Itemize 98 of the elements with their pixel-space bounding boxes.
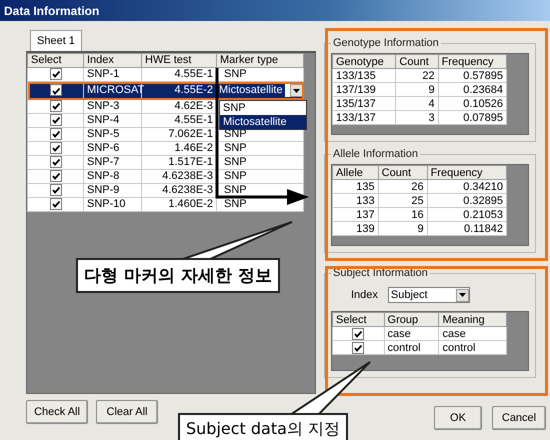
table-cell: 1.46E-2 xyxy=(142,142,216,156)
action-button[interactable]: Cancel xyxy=(492,406,546,430)
callout: 다형 마커의 자세한 정보 xyxy=(76,258,280,293)
column-header[interactable]: Frequency xyxy=(427,166,506,180)
checkbox[interactable] xyxy=(50,68,62,80)
table-cell: 0.32895 xyxy=(427,194,506,208)
column-header[interactable]: Count xyxy=(396,54,438,68)
table-cell: case xyxy=(438,326,506,340)
table-cell: 0.10526 xyxy=(438,96,506,110)
checkbox[interactable] xyxy=(50,142,62,154)
table-cell: 135 xyxy=(332,180,378,194)
table-cell: SNP-6 xyxy=(84,142,142,156)
table-cell: 135/137 xyxy=(332,96,396,110)
column-header[interactable]: Index xyxy=(84,54,142,68)
column-header[interactable]: Select xyxy=(28,54,84,68)
tab[interactable]: Sheet 1 xyxy=(30,30,82,51)
table-cell: 25 xyxy=(378,194,428,208)
table-cell: SNP xyxy=(216,68,304,82)
table-cell: 0.23684 xyxy=(438,82,506,96)
table-cell: 3 xyxy=(396,110,438,124)
checkbox[interactable] xyxy=(50,156,62,168)
table-cell: SNP-4 xyxy=(84,114,142,128)
caret-icon xyxy=(293,88,300,92)
checkbox[interactable] xyxy=(50,198,62,210)
table-cell: 0.57895 xyxy=(438,68,506,82)
table-cell: 26 xyxy=(378,180,428,194)
column-header[interactable]: Select xyxy=(332,312,384,326)
table-row[interactable]: SNP-1 4.55E-1 SNP xyxy=(28,68,304,82)
table-cell: 133/137 xyxy=(332,110,396,124)
column-header[interactable]: Allele xyxy=(332,166,378,180)
table-cell: 7.062E-1 xyxy=(142,128,216,142)
table-cell: case xyxy=(384,326,439,340)
column-header[interactable]: Genotype xyxy=(332,54,396,68)
callout: Subject data의 지정 xyxy=(178,413,348,440)
window-title: Data Information xyxy=(4,4,100,18)
dropdown-option[interactable]: Mictosatellite xyxy=(220,115,306,129)
table-cell: SNP-5 xyxy=(84,128,142,142)
checkbox[interactable] xyxy=(352,342,364,354)
table-cell: SNP xyxy=(216,156,304,170)
action-button[interactable]: Check All xyxy=(26,400,88,424)
table-cell: 133/135 xyxy=(332,68,396,82)
table-cell: 0.11842 xyxy=(427,222,506,236)
table-cell: 4.55E-1 xyxy=(142,68,216,82)
caret-icon xyxy=(458,293,466,297)
table-cell: 137/139 xyxy=(332,82,396,96)
table-row[interactable]: SNP-8 4.6238E-3 SNP xyxy=(28,170,304,184)
table-cell: 4.55E-2 xyxy=(142,82,216,100)
table-cell: 133 xyxy=(332,194,378,208)
table-cell: 4.55E-1 xyxy=(142,114,216,128)
checkbox[interactable] xyxy=(50,128,62,140)
table-cell: 4.62E-3 xyxy=(142,100,216,114)
table-cell: control xyxy=(384,340,439,354)
table-cell: 137 xyxy=(332,208,378,222)
table-cell: 22 xyxy=(396,68,438,82)
checkbox[interactable] xyxy=(50,114,62,126)
table-cell: 139 xyxy=(332,222,378,236)
table-cell: 4 xyxy=(396,96,438,110)
table-row[interactable]: SNP-7 1.517E-1 SNP xyxy=(28,156,304,170)
table-cell: 4.6238E-3 xyxy=(142,170,216,184)
dropdown-option[interactable]: SNP xyxy=(220,101,306,115)
group-title: Genotype Information xyxy=(332,37,440,49)
column-header[interactable]: HWE test xyxy=(142,54,216,68)
action-button[interactable]: Clear All xyxy=(96,400,158,424)
field-label: Index xyxy=(351,289,378,301)
column-header[interactable]: Marker type xyxy=(216,54,304,68)
table-cell: SNP-10 xyxy=(84,198,142,212)
column-header[interactable]: Count xyxy=(378,166,428,180)
checkbox[interactable] xyxy=(50,84,62,96)
table-cell: SNP-7 xyxy=(84,156,142,170)
checkbox[interactable] xyxy=(50,100,62,112)
group-title: Allele Information xyxy=(332,148,419,160)
column-header[interactable]: Group xyxy=(384,312,439,326)
table-cell: 0.21053 xyxy=(427,208,506,222)
action-button[interactable]: OK xyxy=(434,406,482,430)
table-cell: 16 xyxy=(378,208,428,222)
column-header[interactable]: Meaning xyxy=(438,312,506,326)
table-cell: 9 xyxy=(378,222,428,236)
table-row[interactable]: SNP-6 1.46E-2 SNP xyxy=(28,142,304,156)
column-header[interactable]: Frequency xyxy=(438,54,506,68)
table-cell: SNP-8 xyxy=(84,170,142,184)
table-cell: 1.460E-2 xyxy=(142,198,216,212)
table-cell: 1.517E-1 xyxy=(142,156,216,170)
table-cell: SNP-3 xyxy=(84,100,142,114)
table-cell: 0.07895 xyxy=(438,110,506,124)
table-cell: SNP-1 xyxy=(84,68,142,82)
table-cell: SNP xyxy=(216,170,304,184)
group-title: Subject Information xyxy=(332,267,429,279)
table-cell: SNP xyxy=(216,142,304,156)
marker-type-dropdown[interactable]: Mictosatellite xyxy=(217,84,303,97)
index-dropdown[interactable]: Subject xyxy=(388,287,470,303)
table-cell: 4.6238E-3 xyxy=(142,184,216,198)
table-cell: 9 xyxy=(396,82,438,96)
table-cell: control xyxy=(438,340,506,354)
checkbox[interactable] xyxy=(352,328,364,340)
table-cell: 0.34210 xyxy=(427,180,506,194)
checkbox[interactable] xyxy=(50,170,62,182)
table-cell: SNP-9 xyxy=(84,184,142,198)
checkbox[interactable] xyxy=(50,184,62,196)
